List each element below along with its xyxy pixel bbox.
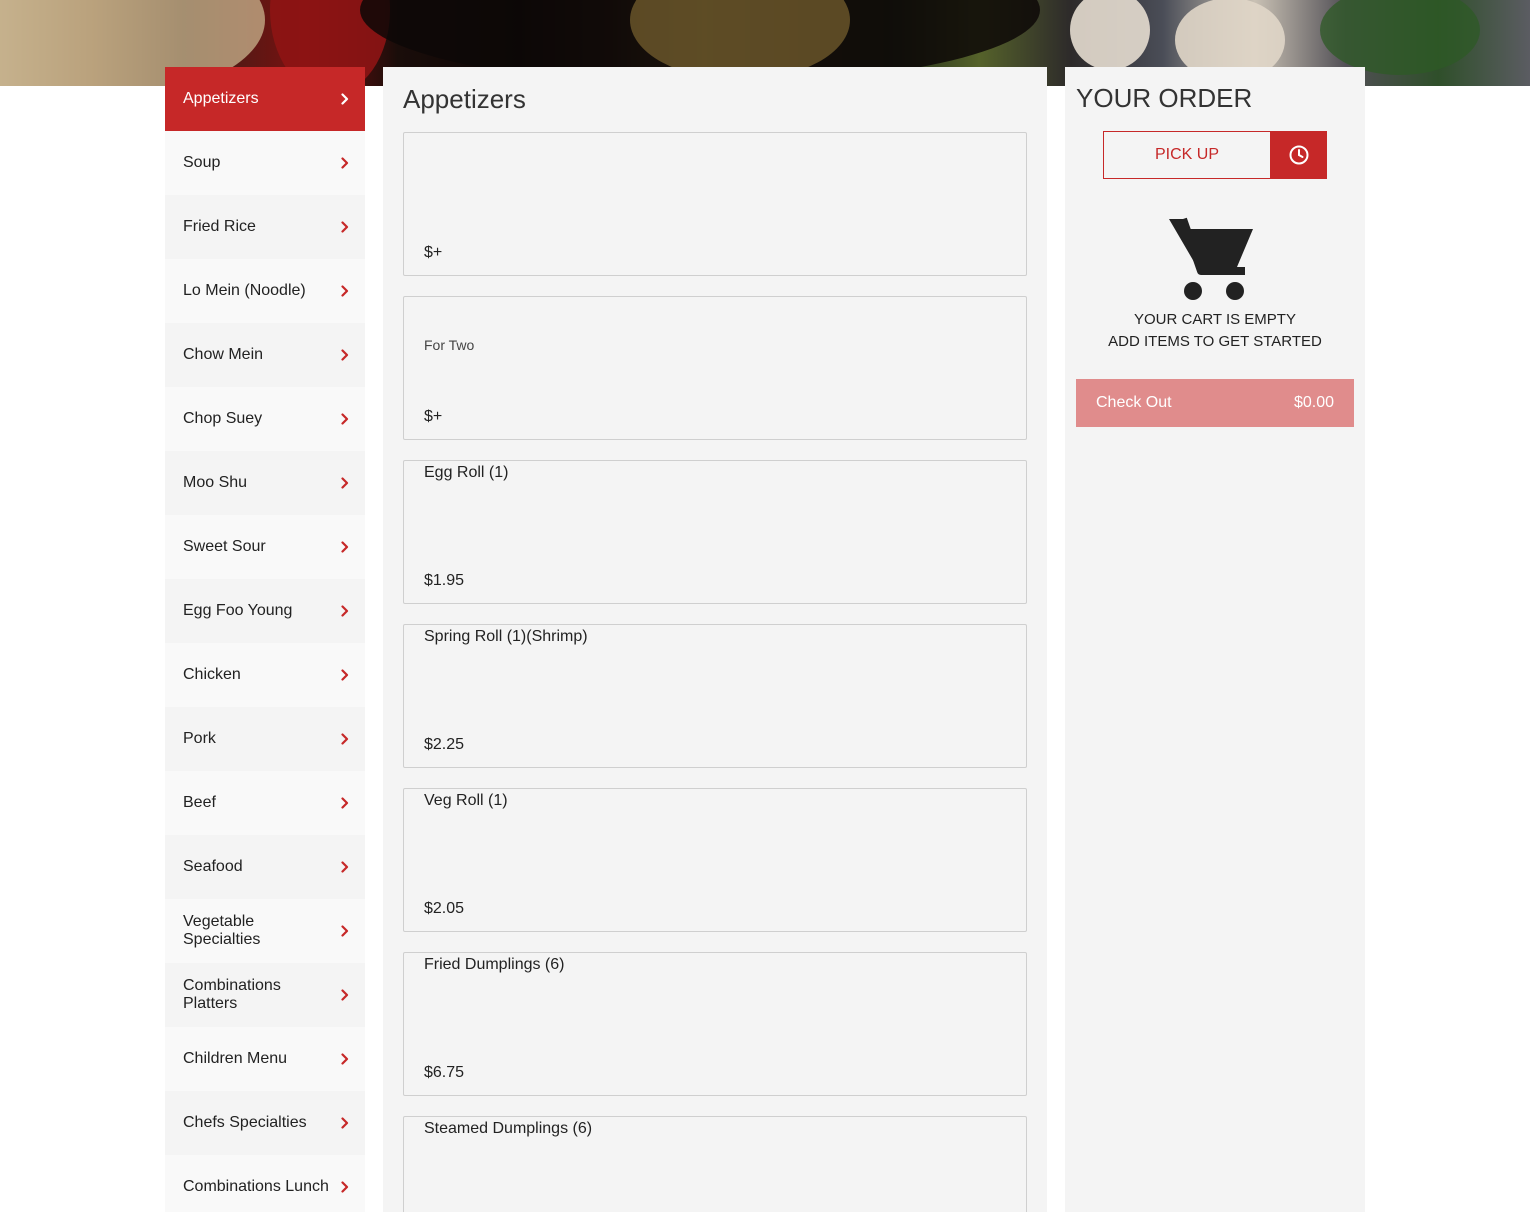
sidebar-item-lo-mein-noodle[interactable]: Lo Mein (Noodle) <box>165 259 365 323</box>
menu-item-card[interactable]: Veg Roll (1) $2.05 <box>403 788 1027 932</box>
checkout-button[interactable]: Check Out $0.00 <box>1076 379 1354 427</box>
sidebar-item-vegetable-specialties[interactable]: Vegetable Specialties <box>165 899 365 963</box>
menu-item-price: $6.75 <box>424 1064 465 1081</box>
menu-item-list: $+ For Two $+ Egg Roll (1) $1.95 Spring Roll … <box>403 132 1027 1212</box>
sidebar-item-children-menu[interactable]: Children Menu <box>165 1027 365 1091</box>
sidebar-item-label: Appetizers <box>183 90 259 107</box>
shopping-cart-icon <box>1167 215 1257 301</box>
menu-item-card[interactable]: For Two $+ <box>403 296 1027 440</box>
sidebar-item-label: Chop Suey <box>183 410 263 427</box>
menu-item-name: Fried Dumplings (6) <box>424 956 565 973</box>
chevron-right-icon <box>341 925 349 937</box>
chevron-right-icon <box>341 797 349 809</box>
order-title: YOUR ORDER <box>1076 83 1253 113</box>
chevron-right-icon <box>341 285 349 297</box>
sidebar-item-combinations-platters[interactable]: Combinations Platters <box>165 963 365 1027</box>
chevron-right-icon <box>341 541 349 553</box>
chevron-right-icon <box>341 861 349 873</box>
sidebar-item-chefs-specialties[interactable]: Chefs Specialties <box>165 1091 365 1155</box>
chevron-right-icon <box>341 989 349 1001</box>
sidebar-item-label: Lo Mein (Noodle) <box>183 282 306 299</box>
sidebar-item-pork[interactable]: Pork <box>165 707 365 771</box>
sidebar-item-label: Sweet Sour <box>183 538 266 555</box>
sidebar-item-seafood[interactable]: Seafood <box>165 835 365 899</box>
menu-item-name: Veg Roll (1) <box>424 792 508 809</box>
sidebar-item-label: Beef <box>183 794 216 811</box>
sidebar-item-label: Children Menu <box>183 1050 288 1067</box>
checkout-total: $0.00 <box>1293 394 1334 411</box>
pickup-toggle: PICK UP <box>1103 131 1327 179</box>
menu-item-price: $2.05 <box>424 900 465 917</box>
sidebar-item-moo-shu[interactable]: Moo Shu <box>165 451 365 515</box>
chevron-right-icon <box>341 1181 349 1193</box>
sidebar-item-appetizers[interactable]: Appetizers <box>165 67 365 131</box>
empty-cart-message: YOUR CART IS EMPTY ADD ITEMS TO GET STAR… <box>1065 309 1365 353</box>
menu-item-name: Steamed Dumplings (6) <box>424 1120 593 1137</box>
chevron-right-icon <box>341 1117 349 1129</box>
sidebar-item-chicken[interactable]: Chicken <box>165 643 365 707</box>
menu-item-card[interactable]: Fried Dumplings (6) $6.75 <box>403 952 1027 1096</box>
category-sidebar: Appetizers Soup Fried Rice Lo Mein (Noodle)… <box>165 67 365 1212</box>
sidebar-item-combinations-lunch[interactable]: Combinations Lunch <box>165 1155 365 1212</box>
chevron-right-icon <box>341 477 349 489</box>
chevron-right-icon <box>341 1053 349 1065</box>
sidebar-item-egg-foo-young[interactable]: Egg Foo Young <box>165 579 365 643</box>
chevron-right-icon <box>341 605 349 617</box>
checkout-label: Check Out <box>1096 394 1172 411</box>
sidebar-item-label: Combinations Lunch <box>183 1178 329 1195</box>
sidebar-item-label: Combinations Platters <box>183 977 281 1012</box>
menu-item-price: $+ <box>424 244 443 261</box>
menu-item-card[interactable]: Steamed Dumplings (6) <box>403 1116 1027 1212</box>
page: Appetizers Soup Fried Rice Lo Mein (Noodle)… <box>0 0 1530 1212</box>
sidebar-item-label: Seafood <box>183 858 243 875</box>
section-title: Appetizers <box>403 84 526 114</box>
sidebar-item-label: Soup <box>183 154 221 171</box>
menu-item-name: Egg Roll (1) <box>424 464 509 481</box>
menu-item-price: $2.25 <box>424 736 465 753</box>
chevron-right-icon <box>341 221 349 233</box>
chevron-right-icon <box>341 413 349 425</box>
empty-cart-line1: YOUR CART IS EMPTY <box>1134 311 1296 328</box>
chevron-right-icon <box>341 157 349 169</box>
order-panel: YOUR ORDER PICK UP YOUR CART IS EMPTY AD… <box>1065 67 1365 1212</box>
menu-item-card[interactable]: Spring Roll (1)(Shrimp) $2.25 <box>403 624 1027 768</box>
chevron-right-icon <box>341 93 349 105</box>
menu-item-name: Spring Roll (1)(Shrimp) <box>424 628 588 645</box>
clock-icon[interactable] <box>1271 131 1327 179</box>
sidebar-item-label: Pork <box>183 730 216 747</box>
chevron-right-icon <box>341 349 349 361</box>
menu-item-card[interactable]: Egg Roll (1) $1.95 <box>403 460 1027 604</box>
sidebar-item-chop-suey[interactable]: Chop Suey <box>165 387 365 451</box>
sidebar-item-soup[interactable]: Soup <box>165 131 365 195</box>
menu-item-desc: For Two <box>424 337 475 353</box>
pickup-button[interactable]: PICK UP <box>1103 131 1271 179</box>
sidebar-item-sweet-sour[interactable]: Sweet Sour <box>165 515 365 579</box>
sidebar-item-label: Chow Mein <box>183 346 264 363</box>
empty-cart-line2: ADD ITEMS TO GET STARTED <box>1108 333 1322 350</box>
menu-item-card[interactable]: $+ <box>403 132 1027 276</box>
chevron-right-icon <box>341 669 349 681</box>
sidebar-item-fried-rice[interactable]: Fried Rice <box>165 195 365 259</box>
sidebar-item-label: Moo Shu <box>183 474 248 491</box>
menu-section: Appetizers $+ For Two $+ Egg Roll (1) $1.95 S… <box>383 67 1047 1212</box>
sidebar-item-label: Fried Rice <box>183 218 256 235</box>
sidebar-item-label: Egg Foo Young <box>183 602 293 619</box>
sidebar-item-label: Chefs Specialties <box>183 1114 307 1131</box>
sidebar-item-label: Chicken <box>183 666 241 683</box>
chevron-right-icon <box>341 733 349 745</box>
menu-item-price: $1.95 <box>424 572 465 589</box>
sidebar-item-beef[interactable]: Beef <box>165 771 365 835</box>
menu-item-price: $+ <box>424 408 443 425</box>
sidebar-item-chow-mein[interactable]: Chow Mein <box>165 323 365 387</box>
sidebar-item-label: Vegetable Specialties <box>183 913 261 948</box>
